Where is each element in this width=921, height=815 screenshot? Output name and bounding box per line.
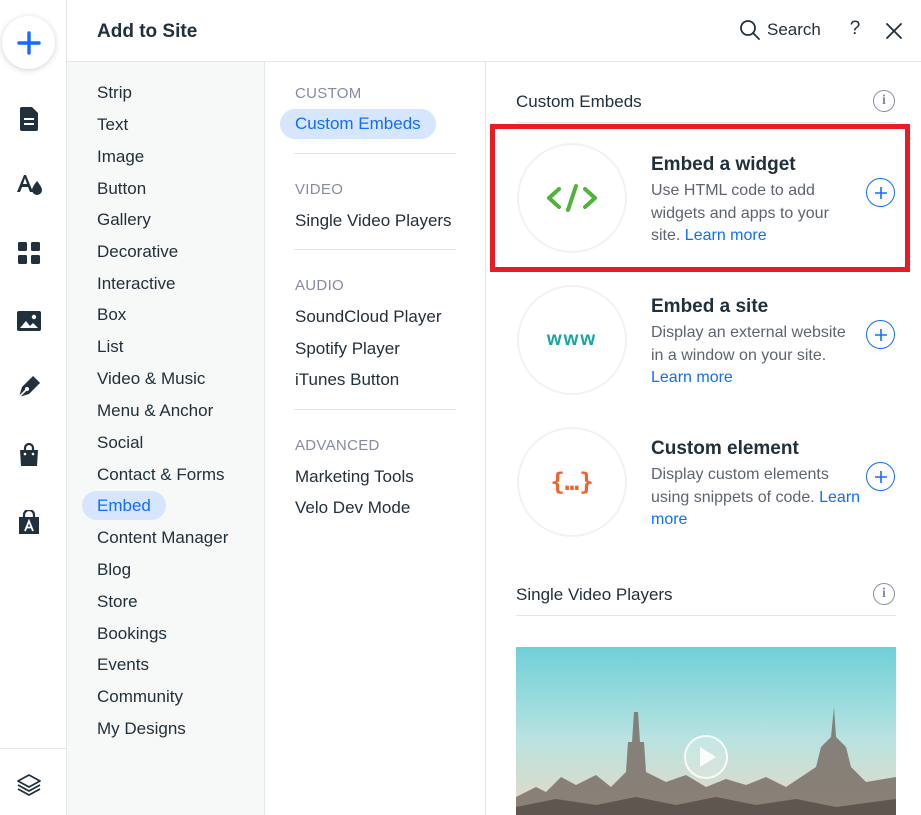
search-icon <box>740 20 760 40</box>
plus-icon <box>16 30 41 55</box>
category-community[interactable]: Community <box>82 682 198 711</box>
category-gallery[interactable]: Gallery <box>82 205 166 234</box>
category-box[interactable]: Box <box>82 300 141 329</box>
card-description: Display an external website in a window … <box>651 324 846 386</box>
info-icon[interactable]: i <box>873 583 895 605</box>
category-events[interactable]: Events <box>82 650 164 679</box>
plus-icon <box>874 470 887 483</box>
subcategory-custom-embeds[interactable]: Custom Embeds <box>280 109 436 139</box>
apps-icon[interactable] <box>10 234 48 272</box>
section-title-single-video-players: Single Video Players <box>516 585 673 604</box>
subcategory-single-video-players[interactable]: Single Video Players <box>280 206 467 236</box>
embed-site-card[interactable]: www Embed a site Display an external web… <box>486 266 921 408</box>
video-player-thumbnail[interactable] <box>516 647 896 815</box>
info-icon[interactable]: i <box>873 90 895 112</box>
category-social[interactable]: Social <box>82 428 158 457</box>
card-description: Display custom elements using snippets o… <box>651 466 861 528</box>
design-icon[interactable] <box>10 166 48 204</box>
add-elements-button[interactable] <box>2 16 55 69</box>
section-divider <box>516 615 896 616</box>
rail-divider <box>0 748 67 749</box>
category-embed[interactable]: Embed <box>82 491 166 520</box>
category-blog[interactable]: Blog <box>82 555 146 584</box>
media-icon[interactable] <box>10 302 48 340</box>
panel-title: Add to Site <box>97 21 198 42</box>
subcategory-velo-dev-mode[interactable]: Velo Dev Mode <box>280 493 425 523</box>
section-head-video: VIDEO <box>295 181 344 198</box>
panel-header: Add to Site Search ? <box>67 0 921 62</box>
category-strip[interactable]: Strip <box>82 78 147 107</box>
embed-widget-card[interactable]: Embed a widget Use HTML code to add widg… <box>486 124 921 266</box>
category-button[interactable]: Button <box>82 174 161 203</box>
card-title: Custom element <box>651 438 799 459</box>
category-bookings[interactable]: Bookings <box>82 619 182 648</box>
category-interactive[interactable]: Interactive <box>82 269 190 298</box>
category-contact-forms[interactable]: Contact & Forms <box>82 460 240 489</box>
custom-element-card[interactable]: {…} Custom element Display custom elemen… <box>486 408 921 550</box>
subcategory-divider <box>294 409 456 410</box>
card-title: Embed a site <box>651 296 769 317</box>
www-icon: www <box>518 286 626 394</box>
close-icon <box>886 23 902 39</box>
close-button[interactable] <box>885 22 903 45</box>
card-title: Embed a widget <box>651 154 796 175</box>
search-label: Search <box>767 20 821 39</box>
category-content-manager[interactable]: Content Manager <box>82 523 243 552</box>
category-menu-anchor[interactable]: Menu & Anchor <box>82 396 228 425</box>
category-store[interactable]: Store <box>82 587 153 616</box>
category-decorative[interactable]: Decorative <box>82 237 193 266</box>
category-image[interactable]: Image <box>82 142 159 171</box>
subcategory-list: CUSTOM Custom Embeds VIDEO Single Video … <box>265 62 486 815</box>
section-head-custom: CUSTOM <box>295 85 362 102</box>
section-head-advanced: ADVANCED <box>295 437 380 454</box>
category-list: Strip Text Image Button Gallery Decorati… <box>67 62 265 815</box>
app-market-icon[interactable] <box>10 504 48 542</box>
add-embed-site-button[interactable] <box>866 320 895 349</box>
help-button[interactable]: ? <box>847 18 863 40</box>
subcategory-soundcloud-player[interactable]: SoundCloud Player <box>280 302 456 332</box>
subcategory-divider <box>294 153 456 154</box>
plus-icon <box>874 186 887 199</box>
category-text[interactable]: Text <box>82 110 143 139</box>
blog-icon[interactable] <box>10 368 48 406</box>
subcategory-marketing-tools[interactable]: Marketing Tools <box>280 462 429 492</box>
layers-icon[interactable] <box>10 766 48 804</box>
code-icon <box>518 144 626 252</box>
section-divider <box>516 122 896 123</box>
section-head-audio: AUDIO <box>295 277 345 294</box>
section-title-custom-embeds: Custom Embeds <box>516 92 642 111</box>
curly-braces-icon: {…} <box>518 428 626 536</box>
category-my-designs[interactable]: My Designs <box>82 714 201 743</box>
pages-icon[interactable] <box>10 100 48 138</box>
embed-options-panel: Custom Embeds i Embed a widget Use HTML … <box>486 62 921 815</box>
category-video-music[interactable]: Video & Music <box>82 364 220 393</box>
search-button[interactable]: Search <box>739 19 821 41</box>
store-icon[interactable] <box>10 436 48 474</box>
category-list-item[interactable]: List <box>82 332 138 361</box>
card-description: Use HTML code to add widgets and apps to… <box>651 182 829 244</box>
learn-more-link[interactable]: Learn more <box>651 369 733 386</box>
plus-icon <box>874 328 887 341</box>
add-embed-widget-button[interactable] <box>866 178 895 207</box>
subcategory-itunes-button[interactable]: iTunes Button <box>280 365 414 395</box>
left-tool-rail <box>0 0 67 815</box>
add-custom-element-button[interactable] <box>866 462 895 491</box>
subcategory-spotify-player[interactable]: Spotify Player <box>280 334 415 364</box>
subcategory-divider <box>294 249 456 250</box>
learn-more-link[interactable]: Learn more <box>685 227 767 244</box>
